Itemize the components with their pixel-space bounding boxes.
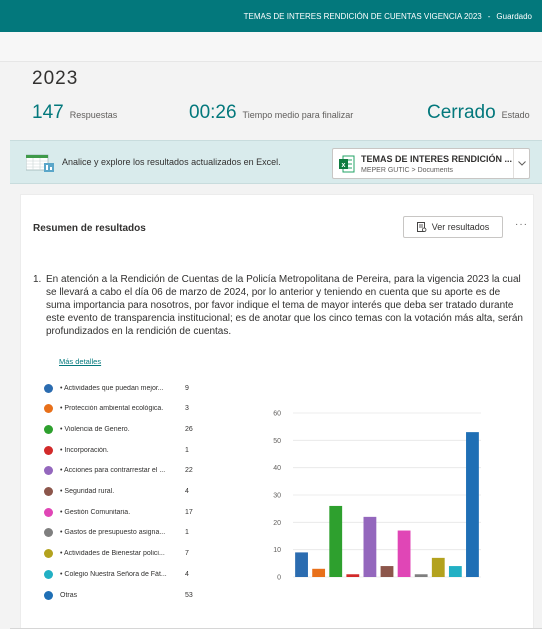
view-results-button[interactable]: Ver resultados — [403, 216, 503, 238]
legend-value: 4 — [185, 488, 189, 495]
legend-swatch — [44, 487, 53, 496]
view-results-icon — [416, 221, 427, 232]
excel-message: Analice y explore los resultados actuali… — [62, 157, 281, 167]
bar[interactable] — [295, 552, 308, 577]
avg-time-label: Tiempo medio para finalizar — [242, 110, 354, 120]
status-label: Estado — [501, 110, 530, 120]
excel-file-path: MEPER GUTIC > Documents — [361, 167, 453, 174]
legend-value: 9 — [185, 384, 189, 392]
legend-value: 7 — [185, 550, 189, 558]
legend-value: 3 — [185, 405, 189, 413]
more-options-icon[interactable]: ··· — [515, 219, 528, 230]
legend-item: • Colegio Nuestra Señora de Fát... 4 — [44, 568, 219, 580]
legend-swatch — [44, 549, 53, 559]
results-bar-chart: 0 10 20 30 40 50 60 — [273, 411, 481, 582]
y-tick-label: 30 — [273, 493, 281, 500]
y-tick-label: 50 — [273, 438, 281, 445]
excel-file-picker[interactable]: x TEMAS DE INTERES RENDICIÓN ... MEPER G… — [332, 148, 530, 179]
legend-item: • Actividades que puedan mejor... 9 — [44, 382, 219, 394]
bar[interactable] — [380, 566, 394, 577]
legend-swatch — [44, 466, 53, 476]
legend-swatch — [44, 445, 53, 455]
bar[interactable] — [346, 574, 360, 577]
legend-value: 17 — [185, 508, 193, 516]
form-title-header: TEMAS DE INTERES RENDICIÓN DE CUENTAS VI… — [243, 11, 482, 21]
legend-label: Otras — [60, 591, 78, 599]
question-text: En atención a la Rendición de Cuentas de… — [46, 274, 523, 337]
spreadsheet-illustration-icon — [26, 154, 54, 172]
legend-label: • Actividades de Bienestar polici... — [60, 550, 165, 558]
bar[interactable] — [466, 432, 479, 577]
toolbar-strip — [0, 32, 542, 62]
legend-item: • Violencia de Genero. 26 — [44, 423, 219, 435]
avg-time-stat: 00:26 Tiempo medio para finalizar — [189, 102, 353, 124]
legend-label: • Actividades que puedan mejor... — [60, 384, 164, 392]
view-results-label: Ver resultados — [431, 222, 490, 232]
y-tick-label: 40 — [273, 465, 281, 472]
legend-item: • Gestión Comunitaria. 17 — [44, 506, 219, 518]
legend-swatch — [44, 424, 53, 434]
responses-count: 147 — [32, 102, 64, 123]
stats-row: 147 Respuestas 00:26 Tiempo medio para f… — [32, 102, 542, 130]
question-block: 1. En atención a la Rendición de Cuentas… — [33, 273, 525, 338]
responses-stat: 147 Respuestas — [32, 102, 117, 124]
y-tick-label: 10 — [273, 547, 281, 554]
legend-label: • Acciones para contrarrestar el ... — [60, 467, 166, 475]
legend-value: 26 — [185, 425, 193, 433]
legend-item: • Protección ambiental ecológica. 3 — [44, 403, 219, 415]
save-status: Guardado — [496, 11, 532, 21]
legend-value: 53 — [185, 591, 193, 599]
summary-title: Resumen de resultados — [33, 223, 146, 234]
y-tick-label: 0 — [277, 575, 281, 582]
excel-file-name: TEMAS DE INTERES RENDICIÓN ... — [361, 154, 513, 164]
legend-item: • Gastos de presupuesto asigna... 1 — [44, 527, 219, 539]
question-number: 1. — [33, 274, 42, 285]
legend-swatch — [44, 569, 53, 579]
excel-banner: Analice y explore los resultados actuali… — [10, 140, 542, 184]
legend-label: • Gestión Comunitaria. — [60, 508, 131, 516]
legend-value: 4 — [185, 570, 189, 578]
form-title-fragment: 2023 — [32, 68, 79, 89]
legend-label: • Colegio Nuestra Señora de Fát... — [60, 570, 167, 578]
results-content: 2023 147 Respuestas 00:26 Tiempo medio p… — [10, 62, 542, 629]
legend-label: • Gastos de presupuesto asigna... — [60, 529, 166, 537]
legend-value: 1 — [185, 529, 189, 537]
legend-item: • Incorporación. 1 — [44, 444, 219, 456]
legend-item: • Actividades de Bienestar polici... 7 — [44, 548, 219, 560]
legend-label: • Violencia de Genero. — [60, 425, 130, 433]
y-tick-label: 20 — [273, 520, 281, 527]
question-summary-card: Resumen de resultados Ver resultados ···… — [20, 194, 534, 629]
avg-time-value: 00:26 — [189, 102, 237, 123]
chevron-down-icon[interactable] — [513, 149, 529, 178]
responses-label: Respuestas — [69, 110, 118, 120]
legend-label: • Seguridad rural. — [60, 488, 115, 495]
bar[interactable] — [329, 505, 343, 577]
legend-item: • Acciones para contrarrestar el ... 22 — [44, 465, 219, 477]
top-bar: TEMAS DE INTERES RENDICIÓN DE CUENTAS VI… — [0, 0, 542, 32]
y-tick-label: 60 — [273, 411, 281, 418]
legend-swatch — [44, 404, 53, 414]
legend-item: • Seguridad rural. 4 — [44, 486, 219, 498]
svg-text:x: x — [342, 162, 346, 169]
bar[interactable] — [431, 557, 445, 577]
status-value: Cerrado — [427, 102, 496, 123]
legend-value: 22 — [185, 467, 193, 475]
legend-swatch — [44, 383, 53, 393]
legend-item: Otras 53 — [44, 589, 219, 601]
legend-value: 1 — [185, 446, 189, 454]
status-stat: Cerrado Estado — [427, 102, 530, 124]
bar[interactable] — [312, 568, 326, 577]
bar[interactable] — [414, 574, 428, 577]
bar[interactable] — [397, 530, 411, 577]
legend-swatch — [44, 528, 53, 538]
legend-label: • Incorporación. — [60, 446, 109, 454]
header-separator: - — [487, 11, 491, 21]
legend-swatch — [44, 590, 53, 600]
excel-file-icon: x — [339, 155, 355, 173]
legend-swatch — [44, 507, 53, 517]
bar[interactable] — [363, 516, 377, 577]
legend-label: • Protección ambiental ecológica. — [60, 405, 164, 413]
bar[interactable] — [448, 566, 462, 577]
more-details-link[interactable]: Más detalles — [59, 357, 101, 366]
